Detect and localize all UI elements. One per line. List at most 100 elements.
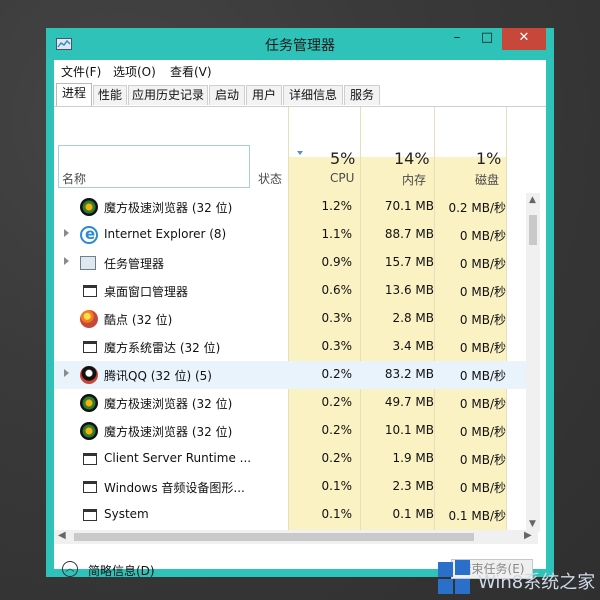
process-row[interactable]: 任务管理器 0.9% 15.7 MB 0 MB/秒	[54, 249, 534, 277]
scroll-left-icon[interactable]: ◀	[58, 530, 66, 541]
chevron-up-icon[interactable]: ︿	[62, 561, 78, 577]
horizontal-scroll-thumb[interactable]	[74, 533, 474, 541]
disk-value: 0 MB/秒	[459, 341, 506, 355]
cpu-value: 0.9%	[321, 255, 353, 269]
process-name: 魔方极速浏览器 (32 位)	[104, 425, 233, 439]
title-bar[interactable]: 任务管理器 – □ ✕	[46, 28, 554, 60]
process-row[interactable]: 魔方极速浏览器 (32 位) 0.2% 49.7 MB 0 MB/秒	[54, 389, 534, 417]
memory-value: 88.7 MB	[384, 227, 434, 241]
memory-header-percent[interactable]: 14%	[394, 149, 430, 168]
close-button[interactable]: ✕	[502, 28, 546, 50]
process-row[interactable]: Internet Explorer (8) 1.1% 88.7 MB 0 MB/秒	[54, 221, 534, 249]
disk-value: 0 MB/秒	[459, 257, 506, 271]
process-row[interactable]: 魔方系统雷达 (32 位) 0.3% 3.4 MB 0 MB/秒	[54, 333, 534, 361]
disk-value: 0 MB/秒	[459, 397, 506, 411]
task-manager-window: 任务管理器 – □ ✕ 文件(F) 选项(O) 查看(V) 进程 性能 应用历史…	[46, 28, 554, 579]
process-row[interactable]: 酷点 (32 位) 0.3% 2.8 MB 0 MB/秒	[54, 305, 534, 333]
memory-header-label[interactable]: 内存	[402, 171, 426, 188]
tab-strip: 进程 性能 应用历史记录 启动 用户 详细信息 服务	[54, 82, 546, 107]
fewer-details-link[interactable]: 简略信息(D)	[88, 562, 155, 579]
process-name: 腾讯QQ (32 位) (5)	[104, 369, 212, 383]
memory-value: 49.7 MB	[384, 395, 434, 409]
process-row[interactable]: 魔方极速浏览器 (32 位) 0.2% 10.1 MB 0 MB/秒	[54, 417, 534, 445]
tab-app-history[interactable]: 应用历史记录	[128, 85, 208, 105]
process-row[interactable]: 魔方极速浏览器 (32 位) 1.2% 70.1 MB 0.2 MB/秒	[54, 193, 534, 221]
process-name: 魔方系统雷达 (32 位)	[104, 341, 221, 355]
browser-icon	[80, 394, 98, 412]
disk-header-percent[interactable]: 1%	[476, 149, 501, 168]
name-header-label: 名称	[62, 172, 87, 186]
tab-startup[interactable]: 启动	[209, 85, 245, 105]
cpu-value: 0.2%	[321, 451, 353, 465]
memory-value: 1.9 MB	[392, 451, 434, 465]
memory-value: 3.4 MB	[392, 339, 434, 353]
cpu-value: 0.1%	[321, 479, 353, 493]
cpu-header-percent[interactable]: 5%	[330, 149, 355, 168]
browser-icon	[80, 198, 98, 216]
process-name: System	[104, 507, 149, 521]
name-column-header[interactable]: 名称	[58, 145, 250, 188]
menu-options[interactable]: 选项(O)	[113, 63, 156, 80]
watermark-text: Win8系统之家	[478, 572, 596, 593]
cpu-value: 1.2%	[321, 199, 353, 213]
horizontal-scrollbar[interactable]: ◀ ▶	[54, 530, 538, 544]
disk-value: 0 MB/秒	[459, 453, 506, 467]
ie-icon	[80, 225, 98, 244]
menu-bar: 文件(F) 选项(O) 查看(V)	[54, 60, 546, 81]
maximize-button[interactable]: □	[474, 28, 500, 50]
disk-value: 0 MB/秒	[459, 313, 506, 327]
expand-arrow-icon[interactable]	[64, 229, 69, 237]
window-icon	[83, 453, 97, 465]
disk-value: 0 MB/秒	[459, 369, 506, 383]
process-grid: 名称 状态 5% CPU 14% 内存 1% 磁盘 魔方极速浏览器 (32 位)…	[54, 107, 546, 532]
status-header[interactable]: 状态	[258, 170, 282, 187]
expand-arrow-icon[interactable]	[64, 369, 69, 377]
scroll-down-icon[interactable]: ▼	[529, 519, 536, 529]
process-row[interactable]: 桌面窗口管理器 0.6% 13.6 MB 0 MB/秒	[54, 277, 534, 305]
menu-view[interactable]: 查看(V)	[170, 63, 212, 80]
memory-value: 0.1 MB	[392, 507, 434, 521]
memory-value: 2.3 MB	[392, 479, 434, 493]
process-name: 魔方极速浏览器 (32 位)	[104, 201, 233, 215]
memory-value: 13.6 MB	[384, 283, 434, 297]
tab-performance[interactable]: 性能	[93, 85, 127, 105]
process-row[interactable]: Windows 音频设备图形... 0.1% 2.3 MB 0 MB/秒	[54, 473, 534, 501]
window-icon	[83, 285, 97, 297]
disk-value: 0.1 MB/秒	[448, 509, 506, 523]
kudian-icon	[80, 310, 98, 328]
vertical-scroll-thumb[interactable]	[529, 215, 537, 245]
watermark: Win8系统之家	[438, 560, 600, 600]
process-name: Internet Explorer (8)	[104, 227, 227, 241]
disk-value: 0.2 MB/秒	[448, 201, 506, 215]
menu-file[interactable]: 文件(F)	[61, 63, 101, 80]
memory-value: 15.7 MB	[384, 255, 434, 269]
cpu-value: 0.3%	[321, 311, 353, 325]
sort-arrow-icon	[297, 151, 303, 155]
scroll-up-icon[interactable]: ▲	[529, 195, 536, 205]
window-icon	[83, 509, 97, 521]
tab-users[interactable]: 用户	[246, 85, 282, 105]
cpu-value: 0.3%	[321, 339, 353, 353]
process-row[interactable]: 腾讯QQ (32 位) (5) 0.2% 83.2 MB 0 MB/秒	[54, 361, 534, 389]
process-row[interactable]: System 0.1% 0.1 MB 0.1 MB/秒	[54, 501, 534, 529]
process-row[interactable]: Client Server Runtime ... 0.2% 1.9 MB 0 MB/…	[54, 445, 534, 473]
window-icon	[83, 481, 97, 493]
disk-header-label[interactable]: 磁盘	[475, 171, 499, 188]
memory-value: 70.1 MB	[384, 199, 434, 213]
minimize-button[interactable]: –	[444, 28, 470, 50]
disk-value: 0 MB/秒	[459, 425, 506, 439]
process-name: 魔方极速浏览器 (32 位)	[104, 397, 233, 411]
cpu-value: 0.2%	[321, 395, 353, 409]
tab-services[interactable]: 服务	[344, 85, 380, 105]
process-name: Windows 音频设备图形...	[104, 481, 245, 495]
vertical-scrollbar[interactable]: ▲ ▼	[526, 193, 540, 532]
cpu-value: 0.6%	[321, 283, 353, 297]
tab-details[interactable]: 详细信息	[283, 85, 343, 105]
expand-arrow-icon[interactable]	[64, 257, 69, 265]
tab-processes[interactable]: 进程	[56, 83, 92, 106]
browser-icon	[80, 422, 98, 440]
cpu-value: 1.1%	[321, 227, 353, 241]
process-name: 桌面窗口管理器	[104, 285, 189, 299]
scroll-right-icon[interactable]: ▶	[524, 530, 532, 541]
cpu-header-label[interactable]: CPU	[330, 171, 354, 185]
